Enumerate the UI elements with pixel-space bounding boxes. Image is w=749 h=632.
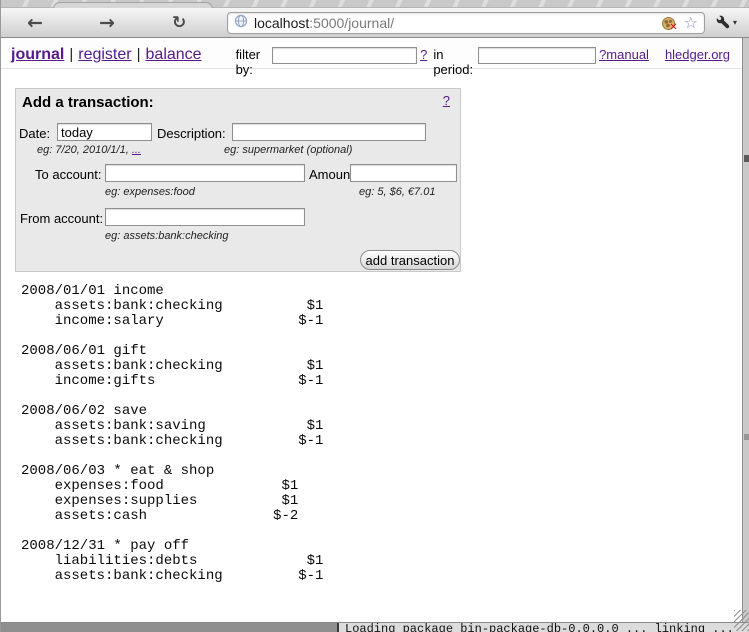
form-title: Add a transaction: (22, 94, 154, 111)
back-button[interactable]: ← (27, 10, 43, 36)
date-label: Date: (19, 126, 50, 141)
url-path: :5000/journal/ (309, 15, 394, 31)
page-content: journal | register | balance filter by: … (1, 38, 742, 622)
nav-separator: | (69, 46, 73, 63)
nav-link-journal[interactable]: journal (11, 46, 64, 64)
journal-listing: 2008/01/01 income assets:bank:checking $… (21, 284, 323, 584)
hledger-navbar: journal | register | balance filter by: … (1, 38, 742, 69)
wrench-icon (715, 15, 730, 30)
from-account-label: From account: (20, 211, 103, 226)
period-input[interactable] (478, 47, 596, 64)
in-period-label: in period: (433, 47, 473, 77)
description-hint: eg: supermarket (optional) (224, 144, 352, 156)
reload-button[interactable]: ↻ (172, 10, 186, 36)
manual-link[interactable]: manual (606, 47, 649, 62)
amount-input[interactable] (350, 164, 457, 182)
date-hint: eg: 7/20, 2010/1/1, ... (37, 144, 141, 156)
scrollbar-mark (744, 434, 749, 440)
filter-by-label: filter by: (236, 47, 268, 77)
to-account-label: To account: (35, 167, 102, 182)
cookie-blocked-x-icon: ✕ (669, 22, 677, 33)
browser-menu-button[interactable]: ▾ (715, 15, 737, 30)
nav-link-register[interactable]: register (78, 46, 131, 64)
background-window-strip (742, 38, 749, 622)
filter-input[interactable] (272, 47, 417, 64)
tab-strip (1, 0, 749, 8)
period-help-link[interactable]: ? (599, 47, 606, 62)
browser-toolbar: ← → ↻ localhost :5000/journal/ ✕ ☆ (1, 8, 749, 38)
filter-help-link[interactable]: ? (420, 47, 427, 62)
background-window-bar (1, 623, 337, 632)
from-account-input[interactable] (105, 208, 305, 226)
browser-window: ← → ↻ localhost :5000/journal/ ✕ ☆ (0, 0, 749, 632)
terminal-output: Loading package bin-package-db-0.0.0.0 .… (337, 623, 749, 632)
nav-separator: | (137, 46, 141, 63)
add-transaction-button[interactable]: add transaction (360, 250, 460, 270)
forward-icon: → (99, 12, 115, 34)
nav-right-links: manual hledger.org (606, 47, 732, 62)
url-host: localhost (254, 15, 309, 31)
add-transaction-form: Add a transaction: ? Date: Description: … (15, 88, 461, 272)
scrollbar-mark (744, 155, 749, 162)
back-icon: ← (27, 12, 43, 34)
cookie-blocked-icon[interactable]: ✕ (662, 17, 675, 30)
reload-icon: ↻ (172, 13, 186, 33)
resize-grip-icon[interactable] (734, 610, 749, 631)
hledger-org-link[interactable]: hledger.org (665, 47, 730, 62)
chevron-down-icon: ▾ (733, 18, 737, 27)
description-input[interactable] (232, 123, 426, 141)
from-account-hint: eg: assets:bank:checking (105, 230, 229, 242)
globe-icon (234, 14, 248, 33)
description-label: Description: (157, 126, 226, 141)
date-hint-text: eg: 7/20, 2010/1/1, (37, 144, 132, 156)
nav-link-balance[interactable]: balance (146, 46, 202, 64)
bookmark-star-icon[interactable]: ☆ (684, 16, 698, 30)
form-help-link[interactable]: ? (443, 93, 450, 108)
date-hint-more-link[interactable]: ... (132, 144, 141, 156)
forward-button[interactable]: → (99, 10, 115, 36)
date-input[interactable] (57, 123, 152, 141)
to-account-input[interactable] (105, 164, 305, 182)
to-account-hint: eg: expenses:food (105, 186, 195, 198)
amount-hint: eg: 5, $6, €7.01 (359, 186, 435, 198)
address-bar[interactable]: localhost :5000/journal/ ✕ ☆ (227, 12, 705, 34)
